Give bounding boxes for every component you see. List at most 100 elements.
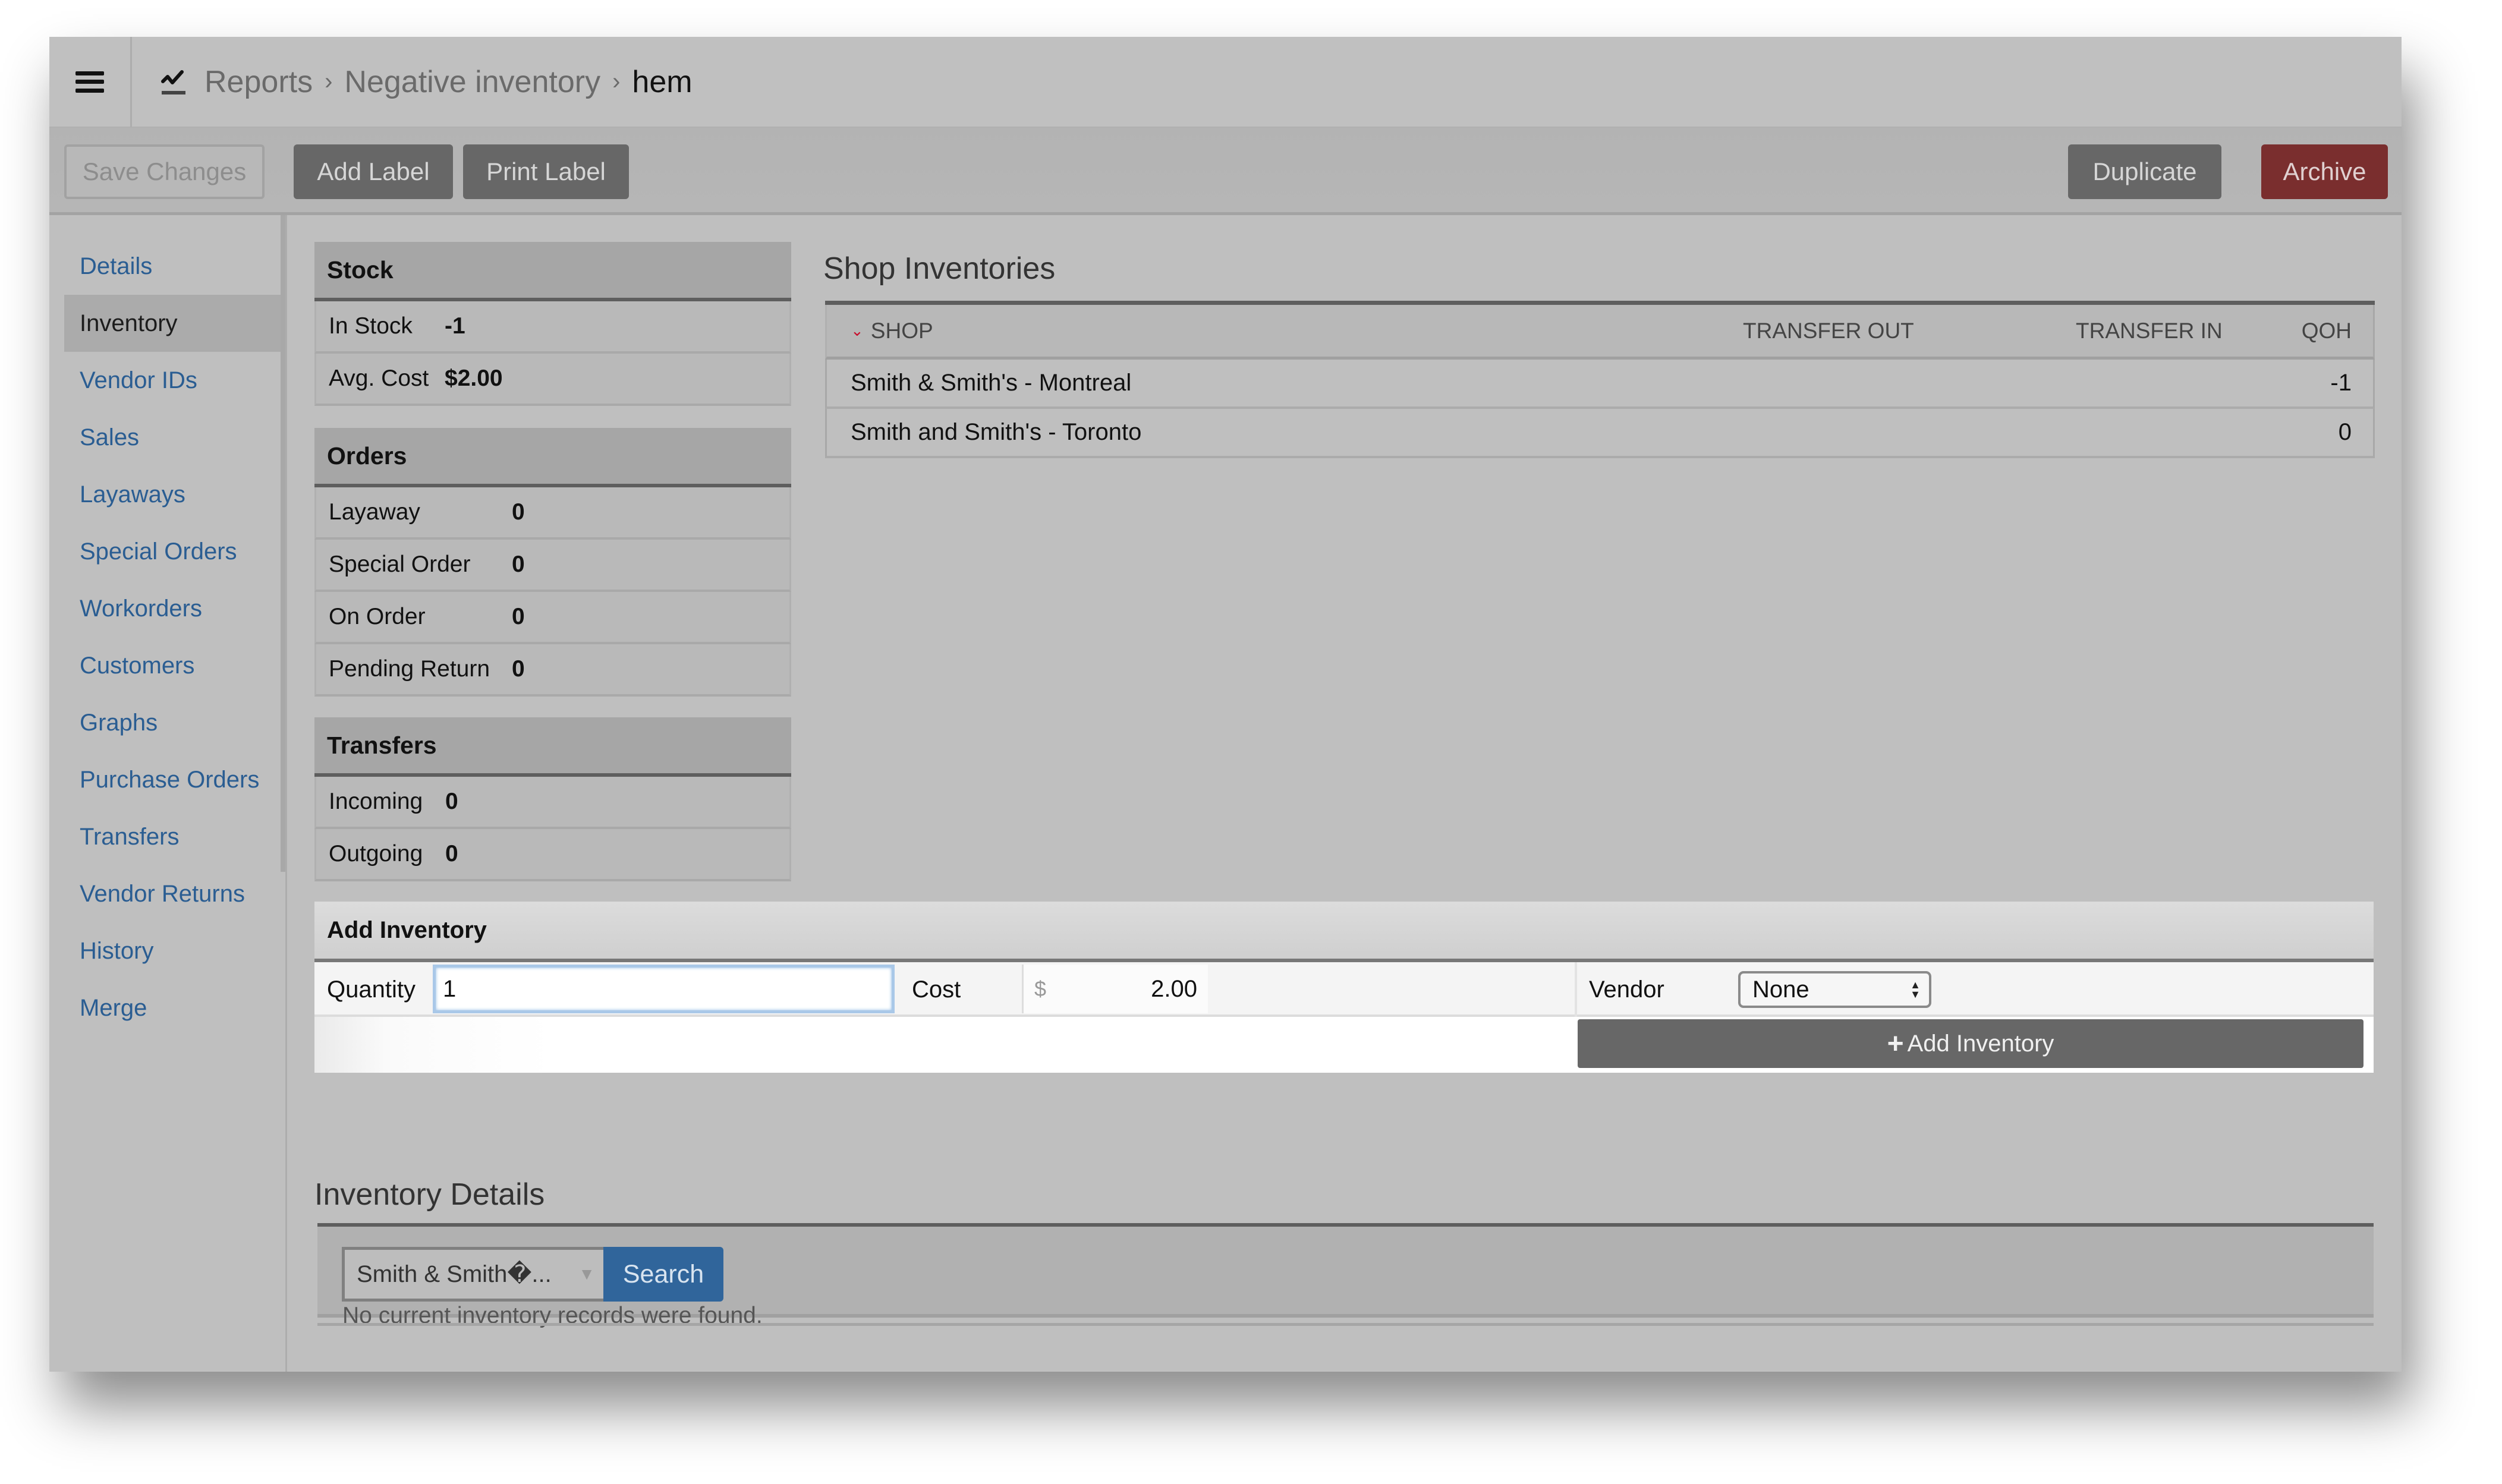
stock-row: In Stock -1: [314, 301, 791, 354]
orders-label: On Order: [329, 604, 426, 629]
cost-value: 2.00: [1151, 975, 1197, 1002]
sidebar-item-customers[interactable]: Customers: [64, 637, 282, 694]
stock-panel: Stock In Stock -1 Avg. Cost $2.00: [314, 242, 791, 406]
menu-button[interactable]: [49, 37, 132, 127]
sidebar-item-sales[interactable]: Sales: [64, 409, 282, 466]
sidebar-item-merge[interactable]: Merge: [64, 979, 282, 1036]
column-header-shop[interactable]: ⌄ SHOP: [827, 319, 1743, 344]
sidebar-item-workorders[interactable]: Workorders: [64, 580, 282, 637]
orders-panel: Orders Layaway 0 Special Order 0 On Orde…: [314, 428, 791, 697]
sidebar-item-graphs[interactable]: Graphs: [64, 694, 282, 751]
stock-label: In Stock: [329, 313, 413, 339]
sidebar-scrollbar[interactable]: [281, 215, 285, 872]
search-button[interactable]: Search: [603, 1247, 723, 1302]
orders-value: 0: [512, 656, 525, 682]
stock-row: Avg. Cost $2.00: [314, 354, 791, 406]
sidebar-item-purchase-orders[interactable]: Purchase Orders: [64, 751, 282, 808]
orders-row: Pending Return 0: [314, 644, 791, 697]
sidebar-item-vendor-ids[interactable]: Vendor IDs: [64, 352, 282, 409]
breadcrumb-negative-inventory[interactable]: Negative inventory: [344, 64, 600, 100]
breadcrumb-separator-icon: ›: [612, 68, 621, 94]
archive-button[interactable]: Archive: [2261, 144, 2388, 199]
shop-inventories-table: ⌄ SHOP TRANSFER OUT TRANSFER IN QOH Smit…: [825, 301, 2375, 458]
stock-value: -1: [445, 313, 465, 339]
chevron-down-icon: ⌄: [851, 322, 864, 339]
column-header-transfer-in[interactable]: TRANSFER IN: [2076, 319, 2278, 344]
add-label-button[interactable]: Add Label: [294, 144, 453, 199]
save-changes-button[interactable]: Save Changes: [64, 144, 265, 199]
shop-select-value: Smith & Smith�...: [357, 1261, 552, 1287]
app-window: Reports › Negative inventory › hem Save …: [49, 37, 2402, 1372]
cost-input[interactable]: $ 2.00: [1022, 965, 1208, 1013]
vendor-cell: Vendor None ▲ ▼: [1575, 962, 2374, 1017]
plus-icon: +: [1887, 1028, 1904, 1060]
orders-row: Layaway 0: [314, 487, 791, 540]
orders-value: 0: [512, 499, 525, 525]
vendor-label: Vendor: [1589, 976, 1664, 1003]
breadcrumb-separator-icon: ›: [325, 68, 333, 94]
shop-select[interactable]: Smith & Smith�... ▼: [342, 1247, 603, 1302]
table-divider: [825, 301, 2375, 305]
add-inventory-button-label: Add Inventory: [1907, 1030, 2054, 1057]
vendor-selected-value: None: [1752, 976, 1809, 1003]
stock-title: Stock: [314, 242, 791, 301]
breadcrumb: Reports › Negative inventory › hem: [160, 64, 693, 100]
print-label-button[interactable]: Print Label: [463, 144, 629, 199]
orders-label: Special Order: [329, 552, 471, 577]
select-arrows-icon: ▲ ▼: [1910, 979, 1921, 1000]
column-header-transfer-out[interactable]: TRANSFER OUT: [1743, 319, 2076, 344]
transfers-panel: Transfers Incoming 0 Outgoing 0: [314, 717, 791, 881]
table-row: Smith & Smith's - Montreal -1: [825, 360, 2375, 409]
transfers-label: Incoming: [329, 789, 423, 814]
dropdown-arrow-icon: ▼: [578, 1265, 595, 1283]
sidebar-item-vendor-returns[interactable]: Vendor Returns: [64, 865, 282, 922]
transfers-value: 0: [445, 841, 458, 867]
sidebar-item-history[interactable]: History: [64, 922, 282, 979]
sidebar: Details Inventory Vendor IDs Sales Layaw…: [49, 215, 287, 1372]
cell-shop: Smith & Smith's - Montreal: [851, 370, 1132, 396]
orders-label: Pending Return: [329, 656, 490, 682]
breadcrumb-reports[interactable]: Reports: [204, 64, 313, 100]
transfers-row: Outgoing 0: [314, 829, 791, 881]
orders-row: Special Order 0: [314, 540, 791, 592]
add-inventory-title: Add Inventory: [314, 902, 2374, 962]
inventory-details-title: Inventory Details: [314, 1177, 545, 1212]
orders-title: Orders: [314, 428, 791, 487]
sidebar-item-transfers[interactable]: Transfers: [64, 808, 282, 865]
duplicate-button[interactable]: Duplicate: [2068, 144, 2221, 199]
column-header-qoh[interactable]: QOH: [2278, 319, 2373, 344]
cost-label: Cost: [912, 976, 961, 1003]
header-bar: Reports › Negative inventory › hem: [49, 37, 2402, 128]
orders-value: 0: [512, 552, 525, 577]
cell-qoh: 0: [2338, 419, 2352, 445]
cell-shop: Smith and Smith's - Toronto: [851, 419, 1142, 445]
sidebar-item-inventory[interactable]: Inventory: [64, 295, 282, 352]
quantity-label: Quantity: [327, 976, 416, 1003]
orders-value: 0: [512, 604, 525, 629]
table-header: ⌄ SHOP TRANSFER OUT TRANSFER IN QOH: [825, 305, 2375, 360]
stock-value: $2.00: [445, 366, 503, 391]
shop-inventories-title: Shop Inventories: [823, 251, 1056, 286]
hamburger-icon: [75, 71, 104, 93]
add-inventory-form-row: Quantity Cost $ 2.00 Vendor None ▲▼: [314, 962, 2374, 1017]
quantity-input[interactable]: [433, 965, 895, 1013]
add-inventory-button[interactable]: + Add Inventory: [1578, 1019, 2363, 1068]
transfers-title: Transfers: [314, 717, 791, 777]
sidebar-item-details[interactable]: Details: [64, 238, 282, 295]
transfers-row: Incoming 0: [314, 777, 791, 829]
transfers-label: Outgoing: [329, 841, 423, 867]
toolbar: Save Changes Add Label Print Label Dupli…: [49, 128, 2402, 215]
sidebar-item-special-orders[interactable]: Special Orders: [64, 523, 282, 580]
add-inventory-panel: Add Inventory Quantity Cost $ 2.00 Vendo…: [314, 902, 2374, 1073]
transfers-value: 0: [445, 789, 458, 814]
table-row: Smith and Smith's - Toronto 0: [825, 409, 2375, 458]
divider: [317, 1323, 2374, 1326]
stock-label: Avg. Cost: [329, 366, 429, 391]
currency-symbol: $: [1034, 976, 1047, 1001]
add-inventory-footer: + Add Inventory: [314, 1017, 2374, 1073]
breadcrumb-current: hem: [632, 64, 693, 99]
cell-qoh: -1: [2330, 370, 2352, 396]
line-chart-icon: [161, 70, 185, 94]
vendor-select[interactable]: None ▲ ▼: [1738, 971, 1931, 1008]
sidebar-item-layaways[interactable]: Layaways: [64, 466, 282, 523]
